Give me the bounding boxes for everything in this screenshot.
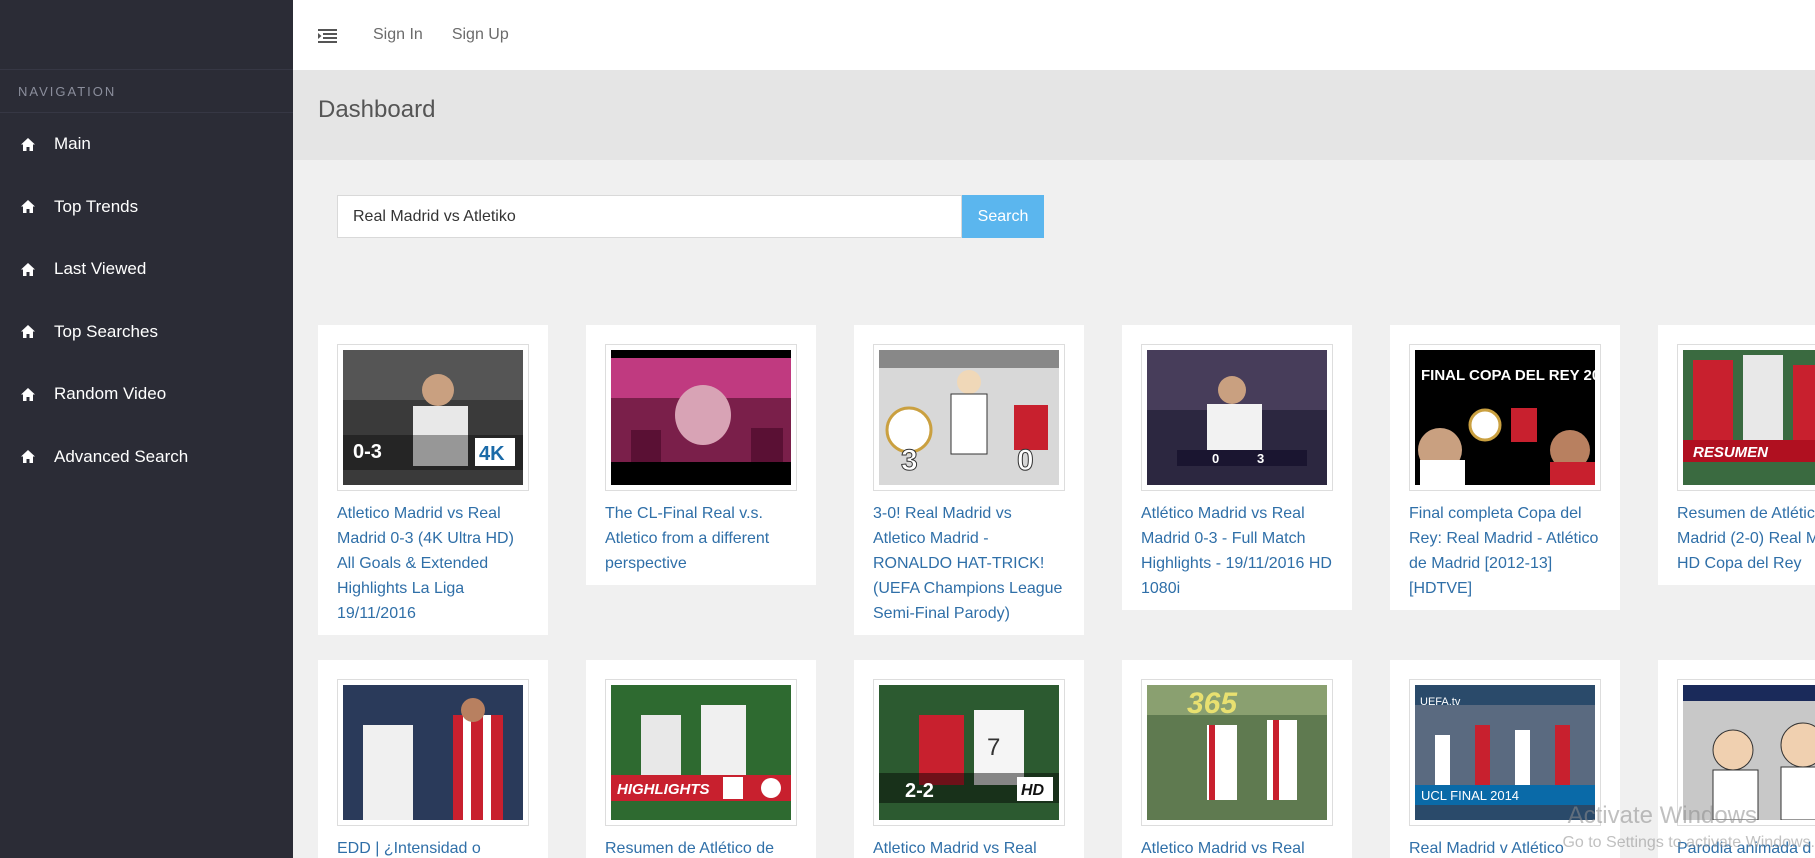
video-thumbnail[interactable]: 30	[873, 344, 1065, 491]
sidebar-item-advanced-search[interactable]: Advanced Search	[0, 426, 293, 489]
menu-toggle-icon[interactable]	[318, 27, 338, 43]
svg-text:0-3: 0-3	[353, 441, 382, 463]
svg-text:7: 7	[987, 734, 1000, 761]
home-icon	[20, 386, 38, 402]
sidebar-item-label: Top Trends	[54, 196, 139, 216]
video-thumbnail[interactable]	[337, 679, 529, 826]
video-title[interactable]: 3-0! Real Madrid vs Atletico Madrid - RO…	[873, 501, 1065, 626]
video-card: RESUMEN Resumen de Atlético Madrid (2-0)…	[1658, 325, 1815, 585]
video-title[interactable]: Atlético Madrid vs Real Madrid 0-3 - Ful…	[1141, 501, 1333, 601]
video-title[interactable]: EDD | ¿Intensidad o	[337, 836, 529, 858]
search-input[interactable]	[337, 195, 962, 238]
sign-up-link[interactable]: Sign Up	[452, 26, 509, 44]
video-card: EDD | ¿Intensidad o	[318, 660, 548, 858]
video-thumbnail[interactable]	[605, 344, 797, 491]
sidebar-item-label: Last Viewed	[54, 259, 147, 279]
svg-text:UEFA.tv: UEFA.tv	[1420, 696, 1461, 708]
nav-heading: NAVIGATION	[0, 70, 293, 113]
video-title[interactable]: The CL-Final Real v.s. Atletico from a d…	[605, 501, 797, 576]
home-icon	[20, 449, 38, 465]
video-card: HIGHLIGHTS Resumen de Atlético de	[586, 660, 816, 858]
search-bar: Search	[337, 195, 1044, 238]
sidebar-item-label: Top Searches	[54, 321, 158, 341]
video-thumbnail[interactable]: 365	[1141, 679, 1333, 826]
svg-text:2-2: 2-2	[905, 780, 934, 802]
top-bar: Sign In Sign Up	[293, 0, 1815, 70]
svg-text:3: 3	[901, 444, 918, 477]
video-thumbnail[interactable]: 03	[1141, 344, 1333, 491]
video-grid: 0-3 4K Atletico Madrid vs Real Madrid 0-3…	[318, 325, 1815, 858]
video-thumbnail[interactable]: HIGHLIGHTS	[605, 679, 797, 826]
windows-activation-watermark: Activate Windows	[1567, 802, 1757, 829]
video-card: The CL-Final Real v.s. Atletico from a d…	[586, 325, 816, 585]
svg-text:0: 0	[1212, 451, 1219, 466]
sidebar-item-top-searches[interactable]: Top Searches	[0, 301, 293, 364]
home-icon	[20, 199, 38, 215]
svg-text:3: 3	[1257, 451, 1264, 466]
video-title[interactable]: Atletico Madrid vs Real Madrid 0-3 (4K U…	[337, 501, 529, 626]
video-card: 7 2-2 HD Atletico Madrid vs Real	[854, 660, 1084, 858]
video-title[interactable]: Atletico Madrid vs Real	[1141, 836, 1333, 858]
windows-activation-subtext: Go to Settings to activate Windows.	[1562, 834, 1815, 851]
sidebar: NAVIGATION Main Top Trends Last Viewed T…	[0, 0, 293, 858]
sidebar-item-label: Random Video	[54, 384, 167, 404]
home-icon	[20, 136, 38, 152]
video-card: 30 3-0! Real Madrid vs Atletico Madrid -…	[854, 325, 1084, 635]
svg-text:365: 365	[1187, 687, 1238, 720]
svg-text:0: 0	[1017, 444, 1034, 477]
sidebar-item-label: Main	[54, 134, 91, 154]
video-thumbnail[interactable]: RESUMEN	[1677, 344, 1815, 491]
sidebar-item-label: Advanced Search	[54, 446, 189, 466]
home-icon	[20, 324, 38, 340]
page-header: Dashboard	[293, 70, 1815, 160]
svg-text:HD: HD	[1021, 782, 1045, 799]
video-title[interactable]: Resumen de Atlético de	[605, 836, 797, 858]
video-thumbnail[interactable]: FINAL COPA DEL REY 2013	[1409, 344, 1601, 491]
sidebar-item-last-viewed[interactable]: Last Viewed	[0, 238, 293, 301]
video-card: 365 Atletico Madrid vs Real	[1122, 660, 1352, 858]
video-title[interactable]: Atletico Madrid vs Real	[873, 836, 1065, 858]
video-title[interactable]: Resumen de Atlético Madrid (2-0) Real Ma…	[1677, 501, 1815, 576]
svg-text:4K: 4K	[479, 443, 505, 465]
home-icon	[20, 261, 38, 277]
video-thumbnail[interactable]: 0-3 4K	[337, 344, 529, 491]
svg-text:FINAL COPA DEL REY 2013: FINAL COPA DEL REY 2013	[1421, 367, 1595, 384]
video-card: 0-3 4K Atletico Madrid vs Real Madrid 0-3…	[318, 325, 548, 635]
sidebar-nav: Main Top Trends Last Viewed Top Searches…	[0, 113, 293, 488]
video-card: FINAL COPA DEL REY 2013 Final completa C…	[1390, 325, 1620, 610]
sidebar-item-random-video[interactable]: Random Video	[0, 363, 293, 426]
svg-text:UCL FINAL 2014: UCL FINAL 2014	[1421, 788, 1519, 803]
svg-text:HIGHLIGHTS: HIGHLIGHTS	[617, 781, 710, 798]
svg-text:RESUMEN: RESUMEN	[1693, 444, 1769, 461]
sidebar-item-main[interactable]: Main	[0, 113, 293, 176]
sidebar-item-top-trends[interactable]: Top Trends	[0, 176, 293, 239]
sidebar-brand	[0, 0, 293, 70]
video-title[interactable]: Final completa Copa del Rey: Real Madrid…	[1409, 501, 1601, 601]
sign-in-link[interactable]: Sign In	[373, 26, 423, 44]
search-button[interactable]: Search	[962, 195, 1044, 238]
video-card: 03 Atlético Madrid vs Real Madrid 0-3 - …	[1122, 325, 1352, 610]
video-thumbnail[interactable]: 7 2-2 HD	[873, 679, 1065, 826]
page-title: Dashboard	[318, 96, 436, 123]
